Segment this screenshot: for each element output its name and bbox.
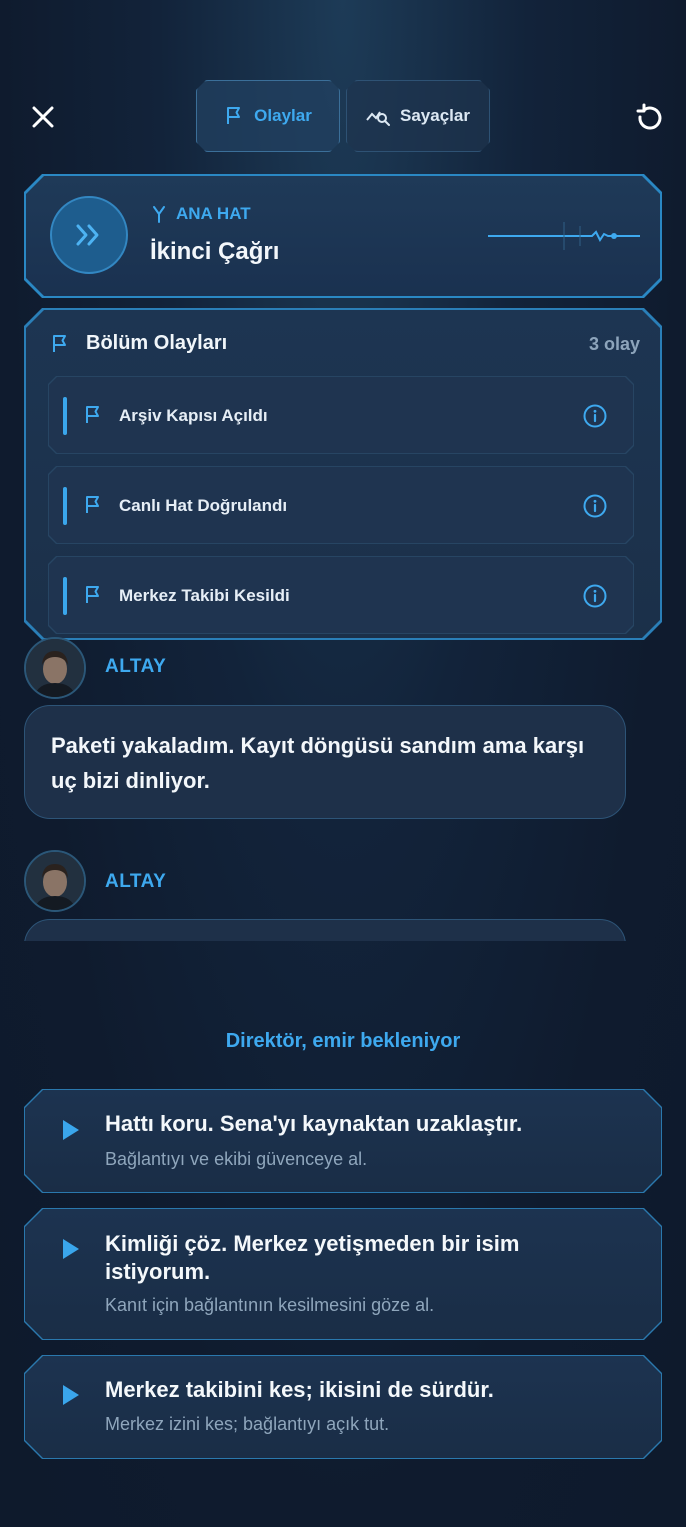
tab-events[interactable]: Olaylar [196,80,340,152]
info-icon[interactable] [583,404,607,428]
info-icon[interactable] [583,494,607,518]
chart-search-icon [366,106,390,126]
flag-icon [83,585,103,605]
avatar [24,637,86,699]
message-bubble-clipped [24,919,626,941]
choice-option[interactable]: Merkez takibini kes; ikisini de sürdür. … [24,1355,662,1459]
line-kicker: ANA HAT [176,204,251,223]
avatar [24,850,86,912]
flag-icon [224,106,244,126]
tab-counters[interactable]: Sayaçlar [346,80,490,152]
event-item[interactable]: Arşiv Kapısı Açıldı [48,376,634,454]
event-item[interactable]: Merkez Takibi Kesildi [48,556,634,634]
choice-option[interactable]: Kimliği çöz. Merkez yetişmeden bir isim … [24,1208,662,1340]
signal-waveform [488,214,640,258]
tab-counters-label: Sayaçlar [400,106,470,125]
message-text: Paketi yakaladım. Kayıt döngüsü sandım a… [51,733,585,793]
choice-option[interactable]: Hattı koru. Sena'yı kaynaktan uzaklaştır… [24,1089,662,1193]
event-accent-bar [63,397,67,435]
flag-icon [83,405,103,425]
choice-subtitle: Merkez izini kes; bağlantıyı açık tut. [105,1414,390,1434]
message-bubble: Paketi yakaladım. Kayıt döngüsü sandım a… [24,705,626,819]
play-icon [63,1239,79,1259]
events-title: Bölüm Olayları [86,332,228,354]
choice-title: Hattı koru. Sena'yı kaynaktan uzaklaştır… [105,1111,523,1136]
events-panel: Bölüm Olayları 3 olay Arşiv Kapısı Açıld… [24,308,662,640]
event-label: Canlı Hat Doğrulandı [119,496,288,515]
speaker-name: ALTAY [105,656,167,677]
play-icon [63,1385,79,1405]
choice-title: Kimliği çöz. Merkez yetişmeden bir isim … [105,1231,520,1284]
flag-icon [83,495,103,515]
close-icon [32,106,54,128]
line-play-button[interactable] [50,196,128,274]
choice-subtitle: Kanıt için bağlantının kesilmesini göze … [105,1295,435,1315]
close-button[interactable] [26,100,60,134]
event-label: Merkez Takibi Kesildi [119,586,290,605]
refresh-button[interactable] [630,98,668,136]
events-count: 3 olay [588,334,640,354]
branch-icon [152,205,166,223]
info-icon[interactable] [583,584,607,608]
flag-icon [50,334,70,354]
line-title: İkinci Çağrı [150,238,280,265]
waiting-status: Direktör, emir bekleniyor [225,1030,461,1052]
line-card: ANA HAT İkinci Çağrı [24,174,662,298]
choice-subtitle: Bağlantıyı ve ekibi güvenceye al. [105,1149,368,1169]
choice-title: Merkez takibini kes; ikisini de sürdür. [105,1377,494,1402]
event-label: Arşiv Kapısı Açıldı [119,406,268,425]
refresh-icon [636,103,662,130]
event-accent-bar [63,487,67,525]
event-item[interactable]: Canlı Hat Doğrulandı [48,466,634,544]
play-icon [63,1120,79,1140]
event-accent-bar [63,577,67,615]
double-chevron-right-icon [75,223,103,247]
tab-events-label: Olaylar [254,106,312,125]
speaker-name: ALTAY [105,871,167,892]
